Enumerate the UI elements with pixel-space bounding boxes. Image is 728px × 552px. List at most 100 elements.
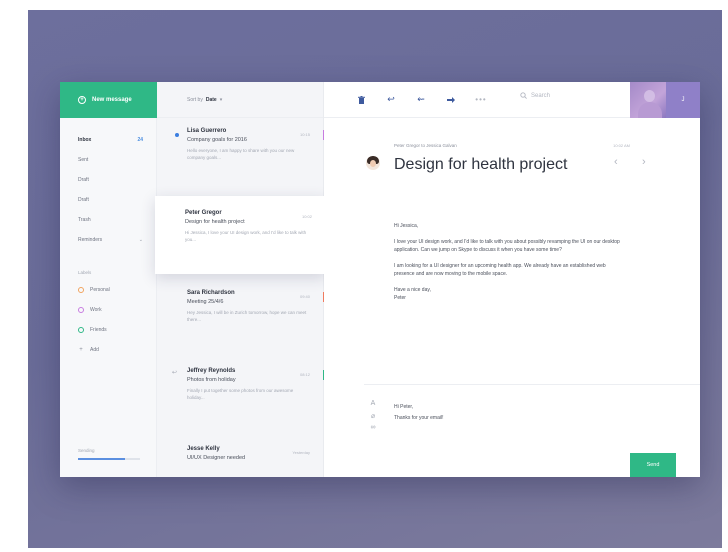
message-sender: Peter Gregor [185, 210, 222, 216]
link-icon[interactable]: ∞ [368, 424, 378, 436]
label-item-personal[interactable]: Personal [60, 280, 157, 300]
reading-pane: ↩ ⇜ ••• Search J Peter Gregor to Jessica… [324, 82, 700, 477]
user-initial: J [681, 97, 685, 103]
reply-button[interactable]: ↩ [376, 90, 406, 110]
label-item-work[interactable]: Work [60, 300, 157, 320]
message-time: Yesterday [292, 450, 310, 455]
sending-progress-bar [78, 458, 140, 460]
sender-avatar [366, 156, 380, 170]
message-time: 08:12 [299, 372, 310, 377]
attachment-icon[interactable]: ⌀ [368, 412, 378, 424]
forward-icon [447, 96, 455, 103]
new-message-label: New message [92, 97, 132, 103]
reply-line: Hi Peter, [394, 404, 414, 410]
labels-heading: Labels [78, 270, 92, 275]
forward-button[interactable] [436, 90, 466, 110]
message-sender: Jeffrey Reynolds [187, 368, 236, 374]
message-sender: Sara Richardson [187, 290, 235, 296]
sending-status-label: Sending [78, 448, 95, 453]
label-text: Friends [90, 327, 107, 333]
add-label-text: Add [90, 347, 99, 353]
chevron-down-icon: ▾ [219, 96, 223, 103]
email-body: Hi Jessica, I love your UI design work, … [394, 222, 624, 302]
mail-app-window: + New message Inbox 24 Sent Draft Draft … [60, 82, 700, 477]
message-time: 10:02 [301, 214, 312, 219]
reply-line: Thanks for your email! [394, 415, 444, 421]
search-input[interactable]: Search [520, 92, 550, 99]
sending-progress-fill [78, 458, 125, 460]
sidebar-item-label: Reminders [78, 237, 103, 243]
label-list: Personal Work Friends + Add [60, 280, 157, 360]
search-placeholder: Search [531, 92, 551, 99]
email-paragraph: I am looking for a UI designer for an up… [394, 263, 606, 277]
sidebar-item-sent[interactable]: Sent [60, 150, 157, 170]
sidebar-item-trash[interactable]: Trash [60, 210, 157, 230]
message-item[interactable]: 10:15 Lisa Guerrero Company goals for 20… [157, 128, 325, 192]
more-options-button[interactable]: ••• [466, 90, 496, 110]
reply-textarea[interactable]: Hi Peter, Thanks for your email! [394, 402, 443, 424]
new-message-button[interactable]: + New message [60, 82, 157, 118]
sidebar: + New message Inbox 24 Sent Draft Draft … [60, 82, 157, 477]
message-item[interactable]: ↩ 08:12 Jeffrey Reynolds Photos from hol… [157, 368, 325, 432]
sort-value: Date [205, 96, 217, 103]
personal-label-dot-icon [78, 287, 84, 293]
message-subject: UI/UX Designer needed [187, 455, 246, 461]
email-date: 10:02 AM [613, 143, 630, 148]
email-greeting: Hi Jessica, [394, 223, 419, 229]
email-signoff: Have a nice day, [394, 287, 431, 293]
sort-prefix: Sort by [187, 96, 203, 103]
folder-list: Inbox 24 Sent Draft Draft Trash Reminder… [60, 130, 157, 250]
sidebar-item-label: Sent [78, 157, 89, 163]
sort-dropdown[interactable]: Sort by Date ▾ [157, 82, 323, 118]
plus-icon: + [78, 96, 86, 104]
sidebar-item-reminders[interactable]: Reminders ⌄ [60, 230, 157, 250]
next-message-button[interactable]: › [642, 156, 646, 168]
chevron-down-icon: ⌄ [138, 237, 143, 243]
message-sender: Lisa Guerrero [187, 128, 227, 134]
message-subject: Company goals for 2016 [187, 137, 247, 143]
message-time: 10:15 [299, 132, 310, 137]
friends-label-dot-icon [78, 327, 84, 333]
send-button[interactable]: Send [630, 453, 676, 477]
contact-photo [630, 82, 666, 118]
work-label-dot-icon [78, 307, 84, 313]
add-label-button[interactable]: + Add [60, 340, 157, 360]
email-paragraph: I love your UI design work, and I'd like… [394, 239, 620, 253]
delete-button[interactable] [346, 90, 376, 110]
sidebar-item-draft-2[interactable]: Draft [60, 190, 157, 210]
message-item[interactable]: Yesterday Jesse Kelly UI/UX Designer nee… [157, 446, 324, 476]
message-subject: Photos from holiday [187, 377, 236, 383]
message-item[interactable]: 09:40 Sara Richardson Meeting 25/4/6 Hey… [157, 290, 325, 354]
unread-dot-icon [175, 133, 179, 137]
photo-head [644, 90, 655, 102]
sidebar-item-draft[interactable]: Draft [60, 170, 157, 190]
message-preview: Finally I put together some photos from … [187, 388, 294, 400]
reply-all-icon: ⇜ [417, 94, 425, 104]
sidebar-item-label: Draft [78, 177, 89, 183]
chevron-right-icon: › [642, 156, 646, 168]
plus-icon: + [79, 347, 83, 353]
label-item-friends[interactable]: Friends [60, 320, 157, 340]
message-list: Sort by Date ▾ 10:15 Lisa Guerrero Compa… [155, 82, 326, 477]
sidebar-item-inbox[interactable]: Inbox 24 [60, 130, 157, 150]
reply-all-button[interactable]: ⇜ [406, 90, 436, 110]
photo-body [638, 102, 662, 118]
sidebar-item-label: Inbox [78, 137, 92, 143]
message-subject: Meeting 25/4/6 [187, 299, 224, 305]
reply-icon: ↩ [387, 94, 395, 104]
previous-message-button[interactable]: ‹ [614, 156, 618, 168]
text-format-icon[interactable]: A [368, 400, 378, 412]
reply-tools: A ⌀ ∞ [368, 400, 378, 436]
sidebar-item-label: Trash [78, 217, 91, 223]
more-dots-icon: ••• [475, 95, 487, 104]
unread-count-badge: 24 [137, 137, 143, 143]
email-sender-line: Peter Gregor to Jessica Galvan [394, 143, 457, 148]
email-subject-title: Design for health project [394, 156, 568, 173]
message-item-selected[interactable]: 10:02 Peter Gregor Design for health pro… [155, 196, 326, 274]
message-toolbar: ↩ ⇜ ••• Search J [324, 82, 700, 118]
user-menu-button[interactable]: J [666, 82, 700, 118]
chevron-left-icon: ‹ [614, 156, 618, 168]
message-preview: Hello everyone, I am happy to share with… [187, 148, 295, 160]
search-icon [520, 92, 527, 99]
avatar-face [370, 160, 376, 167]
